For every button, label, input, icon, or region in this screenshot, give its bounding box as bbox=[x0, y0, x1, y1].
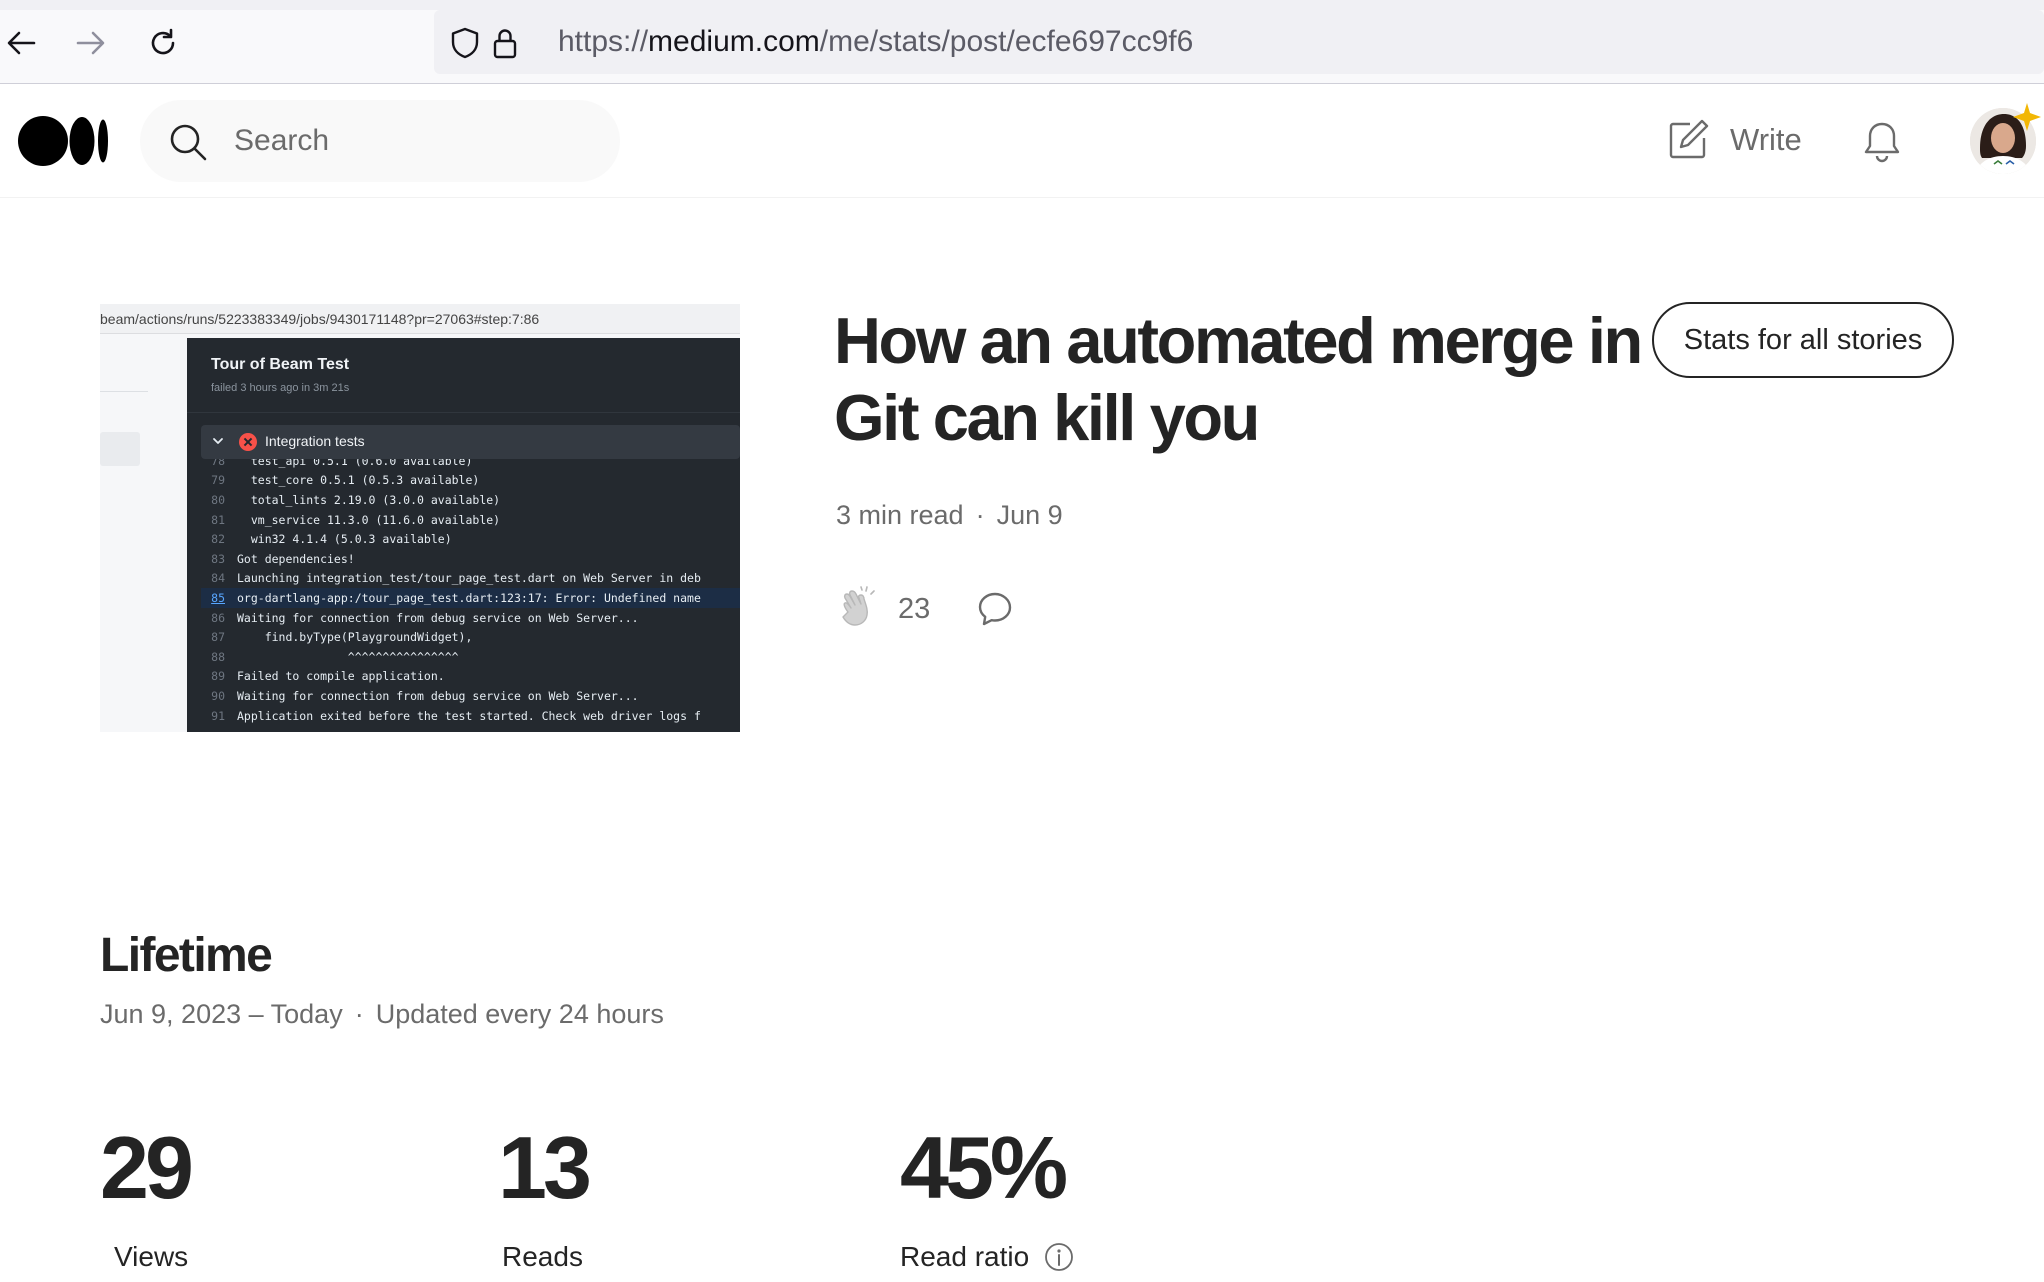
log-output: 78 test_api 0.5.1 (0.6.0 available) 79 t… bbox=[201, 459, 740, 729]
panel-divider bbox=[187, 412, 740, 413]
back-arrow-icon bbox=[7, 31, 36, 55]
stat-read-ratio: 45% Read ratio bbox=[900, 1122, 1075, 1274]
log-line: 86 Waiting for connection from debug serv… bbox=[211, 610, 639, 625]
subtitle-separator: · bbox=[354, 999, 364, 1029]
stat-views: 29 Views bbox=[100, 1118, 194, 1274]
step-header: Integration tests bbox=[201, 425, 740, 459]
log-line: 91 Application exited before the test sta… bbox=[211, 708, 701, 723]
date-range: Jun 9, 2023 – Today bbox=[100, 999, 343, 1029]
tab-strip-edge bbox=[0, 0, 2044, 10]
log-line: 90 Waiting for connection from debug serv… bbox=[211, 688, 639, 703]
log-line: 79 test_core 0.5.1 (0.5.3 available) bbox=[211, 473, 480, 488]
error-icon bbox=[239, 433, 257, 451]
log-line: 81 vm_service 11.3.0 (11.6.0 available) bbox=[211, 512, 501, 527]
views-label: Views bbox=[114, 1241, 189, 1272]
info-icon[interactable] bbox=[1043, 1241, 1075, 1273]
log-line: 83 Got dependencies! bbox=[211, 551, 355, 566]
read-ratio-value: 45% bbox=[900, 1118, 1068, 1217]
log-line-highlighted: 85 org-dartlang-app:/tour_page_test.dart:… bbox=[201, 588, 740, 608]
views-value: 29 bbox=[100, 1118, 194, 1217]
read-time: 3 min read bbox=[836, 500, 964, 530]
thumbnail-job-panel: Tour of Beam Test failed 3 hours ago in … bbox=[187, 338, 740, 732]
shield-icon[interactable] bbox=[448, 26, 482, 60]
stat-reads: 13 Reads bbox=[498, 1118, 592, 1274]
log-line: 87 find.byType(PlaygroundWidget), bbox=[211, 630, 473, 645]
post-thumbnail: beam/actions/runs/5223383349/jobs/943017… bbox=[100, 304, 740, 732]
sparkle-badge-icon bbox=[2013, 103, 2041, 131]
engagement-bar: 23 bbox=[836, 584, 1014, 634]
post-meta: 3 min read · Jun 9 bbox=[836, 498, 1063, 532]
clap-icon[interactable] bbox=[836, 586, 882, 632]
medium-logo[interactable] bbox=[18, 112, 110, 170]
forward-arrow-icon bbox=[76, 31, 105, 55]
browser-toolbar: https://medium.com/me/stats/post/ecfe697… bbox=[0, 0, 2044, 84]
reload-icon bbox=[151, 28, 175, 55]
job-subtitle: failed 3 hours ago in 3m 21s bbox=[211, 382, 350, 394]
url-host: medium.com bbox=[648, 25, 820, 58]
thumbnail-sidebar-divider bbox=[100, 391, 148, 392]
comment-icon[interactable] bbox=[976, 590, 1014, 628]
site-header: Write bbox=[0, 84, 2044, 198]
url-path: /me/stats/post/ecfe697cc9f6 bbox=[819, 25, 1194, 58]
address-bar[interactable]: https://medium.com/me/stats/post/ecfe697… bbox=[434, 10, 2044, 74]
clap-count: 23 bbox=[898, 592, 931, 625]
search-icon bbox=[170, 124, 207, 161]
thumbnail-address-bar: beam/actions/runs/5223383349/jobs/943017… bbox=[100, 304, 740, 334]
lifetime-heading: Lifetime bbox=[100, 929, 273, 982]
log-line: 84 Launching integration_test/tour_page_t… bbox=[211, 571, 701, 586]
read-ratio-label-row: Read ratio bbox=[900, 1240, 1075, 1274]
lifetime-subtitle: Jun 9, 2023 – Today · Updated every 24 hou… bbox=[100, 996, 664, 1032]
write-label: Write bbox=[1730, 122, 1802, 157]
search-bar[interactable] bbox=[140, 100, 620, 182]
job-title: Tour of Beam Test bbox=[211, 356, 350, 373]
log-line: 78 test_api 0.5.1 (0.6.0 available) bbox=[211, 459, 473, 468]
write-button[interactable]: Write bbox=[1666, 112, 1802, 168]
log-line: 80 total_lints 2.19.0 (3.0.0 available) bbox=[211, 492, 501, 507]
publish-date: Jun 9 bbox=[996, 500, 1063, 530]
chevron-down-icon bbox=[213, 438, 223, 444]
log-line: 82 win32 4.1.4 (5.0.3 available) bbox=[211, 532, 452, 547]
reads-value: 13 bbox=[498, 1118, 592, 1217]
write-icon bbox=[1669, 119, 1709, 159]
url-scheme: https:// bbox=[558, 25, 649, 58]
url-text[interactable]: https://medium.com/me/stats/post/ecfe697… bbox=[558, 24, 1193, 60]
forward-button[interactable] bbox=[66, 18, 116, 68]
lock-icon[interactable] bbox=[488, 26, 522, 60]
read-ratio-label: Read ratio bbox=[900, 1241, 1030, 1272]
reload-button[interactable] bbox=[138, 18, 188, 68]
update-note: Updated every 24 hours bbox=[375, 999, 664, 1029]
log-line: 88 ^^^^^^^^^^^^^^^^ bbox=[211, 649, 459, 664]
thumbnail-sidebar-block bbox=[100, 432, 140, 466]
search-input[interactable] bbox=[234, 118, 594, 164]
bell-icon[interactable] bbox=[1860, 120, 1904, 164]
log-line: 89 Failed to compile application. bbox=[211, 669, 445, 684]
post-title[interactable]: How an automated merge in Git can kill y… bbox=[834, 302, 1654, 456]
step-name: Integration tests bbox=[265, 433, 365, 449]
back-button[interactable] bbox=[0, 18, 46, 68]
stats-for-all-stories-button[interactable]: Stats for all stories bbox=[1652, 302, 1954, 378]
reads-label: Reads bbox=[502, 1241, 583, 1272]
meta-separator: · bbox=[975, 500, 985, 530]
